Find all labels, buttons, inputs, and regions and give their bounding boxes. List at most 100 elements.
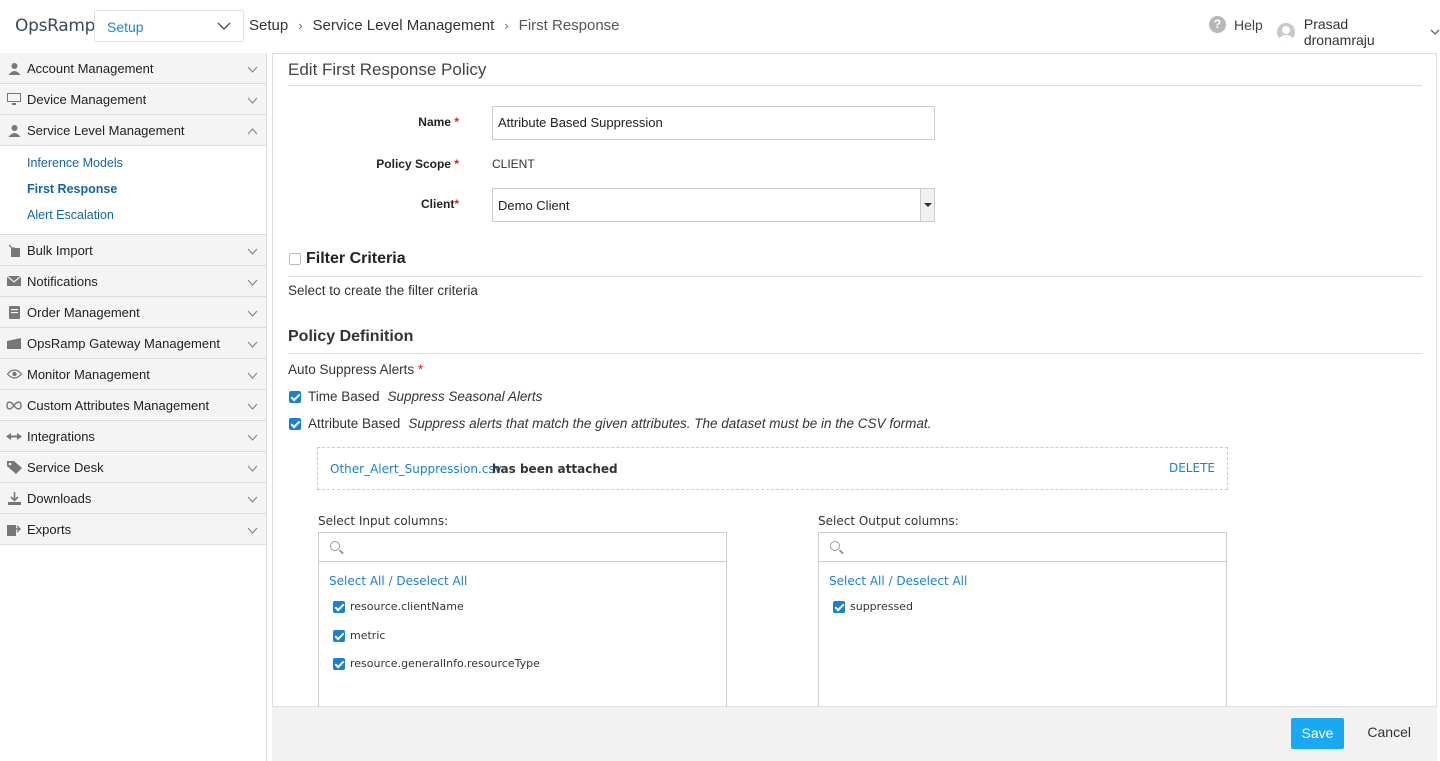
chevron-right-icon: ›: [298, 18, 303, 33]
import-icon: [6, 243, 22, 257]
gateway-icon: [6, 336, 22, 350]
sidebar-item-exports[interactable]: Exports: [0, 514, 266, 545]
page-title: Edit First Response Policy: [288, 60, 487, 79]
sidebar-item-account-management[interactable]: Account Management: [0, 53, 266, 84]
chevron-down-icon: [247, 337, 258, 352]
sidebar-submenu: Inference Models First Response Alert Es…: [0, 146, 266, 235]
breadcrumb-first-response: First Response: [518, 17, 620, 34]
output-column-checkbox[interactable]: [833, 600, 845, 613]
help-link[interactable]: ? Help: [1209, 16, 1263, 33]
time-based-checkbox[interactable]: [289, 390, 301, 403]
attribute-based-label: Attribute Based: [308, 416, 401, 431]
sidebar-item-label: Bulk Import: [27, 242, 93, 258]
search-icon: [830, 541, 840, 551]
sidebar-item-label: Custom Attributes Management: [27, 397, 210, 413]
divider: [288, 276, 1422, 277]
client-label: Client*: [420, 197, 459, 211]
sidebar-item-label: Device Management: [27, 91, 147, 107]
sidebar-item-downloads[interactable]: Downloads: [0, 483, 266, 514]
infinity-icon: [6, 398, 22, 412]
sidebar-item-label: Order Management: [27, 304, 140, 320]
sidebar-item-order-management[interactable]: Order Management: [0, 297, 266, 328]
user-icon: [6, 123, 22, 137]
attachment-box: Other_Alert_Suppression.csv has been att…: [317, 447, 1228, 490]
input-column-option[interactable]: resource.generalInfo.resourceType: [333, 657, 540, 670]
sidebar-item-integrations[interactable]: Integrations: [0, 421, 266, 452]
sidebar-item-label: Downloads: [27, 490, 92, 506]
delete-attachment-button[interactable]: DELETE: [1169, 461, 1215, 475]
breadcrumb-service-level-management[interactable]: Service Level Management: [313, 17, 495, 34]
chevron-down-icon: [247, 461, 258, 476]
chevron-down-icon: [247, 430, 258, 445]
form-footer: Save Cancel: [272, 706, 1437, 761]
save-button[interactable]: Save: [1291, 718, 1344, 749]
sidebar-item-bulk-import[interactable]: Bulk Import: [0, 235, 266, 266]
input-columns-title: Select Input columns:: [318, 514, 449, 528]
input-column-label: resource.generalInfo.resourceType: [350, 657, 540, 670]
output-columns-title: Select Output columns:: [818, 514, 959, 528]
module-select[interactable]: Setup: [94, 10, 244, 42]
cancel-button[interactable]: Cancel: [1367, 724, 1411, 740]
filter-criteria-toggle[interactable]: Filter Criteria: [289, 250, 406, 268]
time-based-label: Time Based: [308, 389, 380, 404]
output-columns-search-input[interactable]: [819, 533, 1226, 562]
sidebar-item-label: Notifications: [27, 273, 98, 289]
download-icon: [6, 491, 22, 505]
opsramp-logo[interactable]: OpsRamp: [15, 16, 95, 36]
sidebar-subitem-alert-escalation[interactable]: Alert Escalation: [0, 202, 266, 228]
auto-suppress-label: Auto Suppress Alerts *: [288, 362, 424, 377]
input-column-checkbox[interactable]: [333, 600, 345, 613]
policy-scope-label: Policy Scope *: [376, 157, 459, 171]
sidebar-item-service-desk[interactable]: Service Desk: [0, 452, 266, 483]
breadcrumb: Setup › Service Level Management › First…: [249, 17, 620, 34]
name-label: Name *: [418, 115, 459, 129]
main-panel: Edit First Response Policy Name * Attrib…: [272, 53, 1437, 707]
input-columns-select-all-link[interactable]: Select All / Deselect All: [329, 574, 467, 588]
dropdown-arrow-icon: [920, 189, 934, 221]
input-column-checkbox[interactable]: [333, 657, 345, 670]
user-icon: [6, 61, 22, 75]
user-menu[interactable]: Prasad dronamraju: [1277, 16, 1440, 48]
sidebar-item-custom-attributes-management[interactable]: Custom Attributes Management: [0, 390, 266, 421]
name-input[interactable]: Attribute Based Suppression: [492, 106, 935, 140]
chevron-down-icon: [247, 306, 258, 321]
client-select[interactable]: Demo Client: [492, 188, 935, 222]
sidebar-item-gateway-management[interactable]: OpsRamp Gateway Management: [0, 328, 266, 359]
input-column-label: metric: [350, 629, 386, 642]
export-icon: [6, 522, 22, 536]
policy-definition-title: Policy Definition: [288, 328, 414, 345]
sidebar-item-service-level-management[interactable]: Service Level Management: [0, 115, 266, 146]
time-based-option[interactable]: Time Based Suppress Seasonal Alerts: [289, 389, 542, 404]
sidebar-item-device-management[interactable]: Device Management: [0, 84, 266, 115]
input-column-checkbox[interactable]: [333, 629, 345, 642]
output-column-option[interactable]: suppressed: [833, 600, 913, 613]
chevron-down-icon: [217, 19, 231, 36]
sidebar-item-label: Integrations: [27, 428, 95, 444]
output-columns-select-all-link[interactable]: Select All / Deselect All: [829, 574, 967, 588]
sidebar-item-label: OpsRamp Gateway Management: [27, 335, 220, 351]
input-column-option[interactable]: metric: [333, 629, 385, 642]
time-based-description: Suppress Seasonal Alerts: [387, 389, 543, 404]
user-name: Prasad dronamraju: [1303, 16, 1375, 48]
sidebar-item-monitor-management[interactable]: Monitor Management: [0, 359, 266, 390]
sidebar-subitem-inference-models[interactable]: Inference Models: [0, 150, 266, 176]
attribute-based-option[interactable]: Attribute Based Suppress alerts that mat…: [289, 416, 931, 431]
attribute-based-checkbox[interactable]: [289, 417, 301, 430]
sidebar-item-notifications[interactable]: Notifications: [0, 266, 266, 297]
filter-criteria-checkbox[interactable]: [289, 253, 301, 265]
chevron-right-icon: ›: [504, 18, 509, 33]
question-circle-icon: ?: [1209, 16, 1226, 33]
help-label: Help: [1234, 16, 1263, 33]
attribute-based-description: Suppress alerts that match the given att…: [408, 416, 932, 431]
chevron-down-icon: [247, 244, 258, 259]
input-columns-search-input[interactable]: [319, 533, 726, 562]
chevron-down-icon: [247, 523, 258, 538]
input-columns-list: Select All / Deselect All resource.clien…: [318, 532, 727, 707]
policy-scope-value: CLIENT: [492, 157, 535, 171]
breadcrumb-setup[interactable]: Setup: [249, 17, 288, 34]
integrations-icon: [6, 429, 22, 443]
attachment-file-link[interactable]: Other_Alert_Suppression.csv: [330, 462, 502, 476]
chevron-down-icon: [247, 368, 258, 383]
input-column-option[interactable]: resource.clientName: [333, 600, 464, 613]
sidebar-subitem-first-response[interactable]: First Response: [0, 176, 266, 202]
